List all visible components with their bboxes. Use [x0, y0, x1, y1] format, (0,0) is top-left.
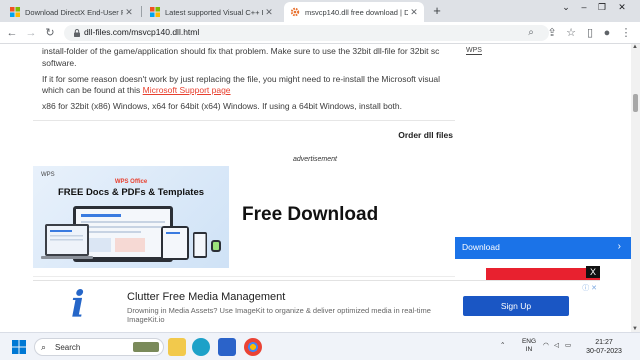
url-text: dll-files.com/msvcp140.dll.html [84, 27, 200, 37]
address-bar[interactable]: dll-files.com/msvcp140.dll.html ⌕ [64, 25, 549, 41]
sign-up-button[interactable]: Sign Up [463, 296, 569, 316]
tab-search-icon[interactable]: ⌄ [556, 2, 576, 13]
search-icon: ⌕ [41, 342, 47, 352]
tab-title: msvcp140.dll free download | DL [305, 7, 408, 17]
back-button[interactable]: ← [5, 26, 19, 40]
article-line: software. [42, 58, 77, 68]
lock-icon[interactable] [72, 28, 82, 38]
tab-directx[interactable]: Download DirectX End-User Runti ✕ [4, 2, 139, 22]
close-tab-icon[interactable]: ✕ [408, 7, 420, 18]
article-line: If it for some reason doesn't work by ju… [42, 74, 441, 84]
scroll-up-arrow-icon[interactable]: ▲ [632, 44, 638, 50]
page-scrollbar[interactable]: ▲ ▼ [631, 44, 640, 332]
article-line: which can be found at this Microsoft Sup… [42, 85, 231, 96]
advertisement-label: advertisement [293, 156, 337, 163]
web-page: install-folder of the game/application s… [0, 44, 640, 332]
divider [33, 120, 455, 121]
wps-product-name: WPS Office [114, 179, 148, 185]
browser-toolbar: ← → ↻ dll-files.com/msvcp140.dll.html ⌕ … [0, 22, 640, 44]
tab-visual-cpp[interactable]: Latest supported Visual C++ Red ✕ [144, 2, 279, 22]
imagekit-logo-icon: i [71, 284, 85, 326]
chrome-icon[interactable] [244, 338, 262, 356]
forward-button[interactable]: → [24, 26, 38, 40]
free-download-cta[interactable]: Free Download [242, 204, 378, 226]
wps-ad-label[interactable]: WPS [466, 47, 482, 55]
search-highlight-icon [133, 342, 159, 352]
new-tab-button[interactable]: + [430, 4, 444, 18]
close-tab-icon[interactable]: ✕ [123, 7, 135, 18]
banner-desc-line: ImageKit.io [127, 315, 165, 324]
tab-title: Latest supported Visual C++ Red [165, 7, 263, 17]
microsoft-support-link[interactable]: Microsoft Support page [143, 85, 231, 95]
restore-button[interactable]: ❐ [592, 2, 612, 13]
article-line: x86 for 32bit (x86) Windows, x64 for 64b… [42, 101, 402, 111]
devices-illustration [41, 206, 221, 262]
tab-msvcp140[interactable]: msvcp140.dll free download | DL ✕ [284, 2, 424, 22]
imagekit-banner-ad[interactable]: i Clutter Free Media Management Drowning… [33, 280, 600, 332]
article-line: install-folder of the game/application s… [42, 46, 440, 56]
download-label: Download [462, 242, 500, 252]
banner-description: Drowning in Media Assets? Use ImageKit t… [127, 306, 447, 324]
reload-button[interactable]: ↻ [43, 26, 57, 40]
close-window-button[interactable]: ✕ [612, 2, 632, 13]
search-icon[interactable]: ⌕ [524, 26, 538, 40]
search-label: Search [55, 343, 81, 352]
tab-strip: Download DirectX End-User Runti ✕ Latest… [0, 0, 640, 22]
screen: Download DirectX End-User Runti ✕ Latest… [0, 0, 640, 360]
menu-kebab-icon[interactable]: ⋮ [619, 26, 633, 40]
tab-title: Download DirectX End-User Runti [25, 7, 123, 17]
tray-chevron-icon[interactable]: ⌃ [500, 342, 505, 350]
article-text: which can be found at this [42, 85, 143, 95]
taskbar-search-box[interactable]: ⌕ Search [34, 338, 164, 356]
language-indicator[interactable]: ENG IN [520, 338, 538, 354]
lang-region: IN [525, 346, 533, 353]
minimize-button[interactable]: – [574, 2, 594, 12]
gear-icon [290, 7, 300, 17]
store-icon[interactable] [218, 338, 236, 356]
wps-ad-image[interactable]: WPS WPS Office FREE Docs & PDFs & Templa… [33, 166, 229, 268]
scroll-thumb[interactable] [633, 94, 638, 112]
bookmark-star-icon[interactable]: ☆ [564, 26, 578, 40]
clock-date: 30-07-2023 [586, 348, 622, 355]
wifi-icon[interactable]: ◠ [543, 342, 549, 350]
sidebar-panel-icon[interactable]: ▯ [583, 26, 597, 40]
banner-title[interactable]: Clutter Free Media Management [127, 291, 285, 303]
profile-icon[interactable]: ● [600, 26, 614, 40]
banner-desc-line: Drowning in Media Assets? Use ImageKit t… [127, 306, 431, 315]
file-explorer-icon[interactable] [168, 338, 186, 356]
lang-code: ENG [521, 338, 537, 345]
close-tab-icon[interactable]: ✕ [263, 7, 275, 18]
clock-time: 21:27 [595, 339, 613, 346]
tab-separator [141, 6, 142, 17]
windows-taskbar: ⌕ Search ⌃ ENG IN ◠ ◁ ▭ 21:27 30-07-2023 [0, 332, 640, 360]
edge-icon[interactable] [192, 338, 210, 356]
wps-logo: WPS [41, 172, 55, 178]
microsoft-icon [150, 7, 160, 17]
windows-start-icon[interactable] [12, 340, 26, 354]
close-ad-button[interactable]: X [586, 266, 600, 278]
divider [33, 276, 455, 277]
microsoft-icon [10, 7, 20, 17]
download-button[interactable]: Download › [455, 237, 631, 259]
volume-icon[interactable]: ◁ [554, 342, 559, 350]
order-dll-files-heading[interactable]: Order dll files [398, 130, 453, 140]
adchoices-icon[interactable]: ⓘ ✕ [582, 283, 597, 293]
battery-icon[interactable]: ▭ [565, 342, 571, 350]
wps-headline: FREE Docs & PDFs & Templates [57, 187, 205, 198]
taskbar-clock[interactable]: 21:27 30-07-2023 [580, 338, 628, 356]
chevron-right-icon: › [617, 241, 621, 252]
share-icon[interactable]: ⇪ [545, 26, 559, 40]
